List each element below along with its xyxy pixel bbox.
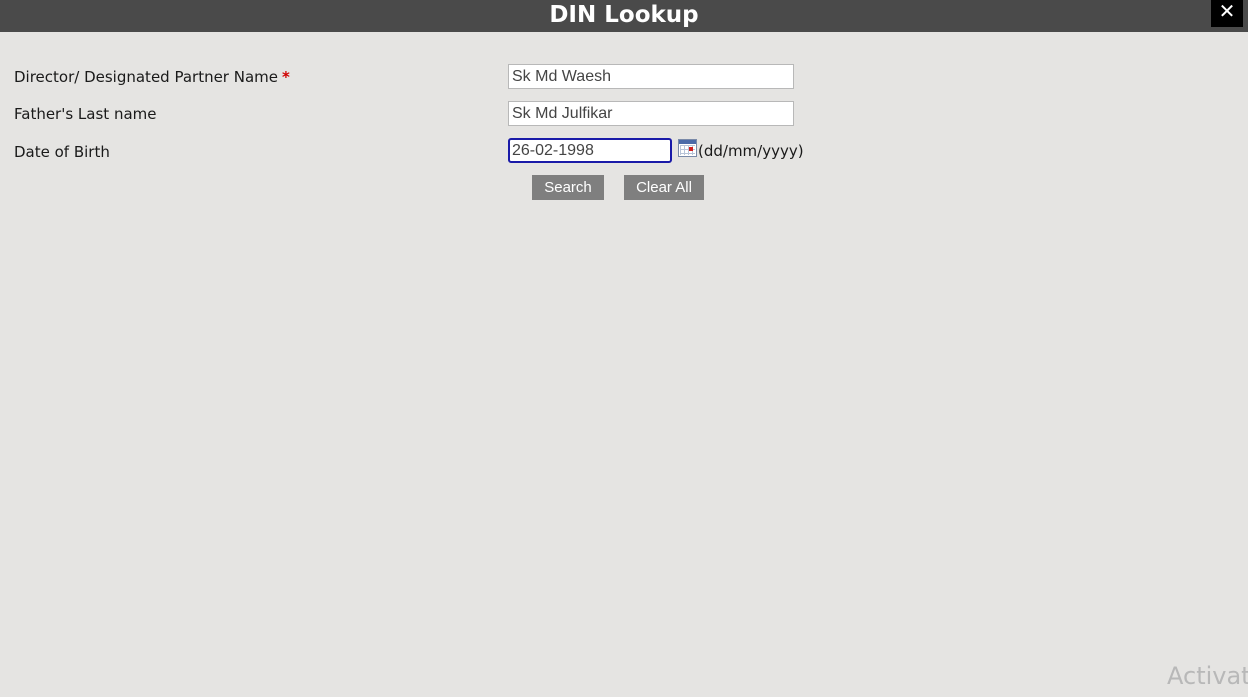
required-asterisk: * <box>282 68 290 86</box>
name-label: Director/ Designated Partner Name * <box>14 68 290 86</box>
clear-all-button[interactable]: Clear All <box>624 175 704 200</box>
activate-watermark: Activate <box>1167 662 1248 690</box>
dialog-title: DIN Lookup <box>549 2 699 28</box>
father-last-name-label: Father's Last name <box>14 105 157 123</box>
dob-input[interactable] <box>508 138 672 163</box>
search-button[interactable]: Search <box>532 175 604 200</box>
calendar-icon-marker <box>689 147 693 151</box>
calendar-icon[interactable] <box>678 139 697 157</box>
father-last-name-input[interactable] <box>508 101 794 126</box>
close-button[interactable]: ✕ <box>1211 0 1243 27</box>
director-name-input[interactable] <box>508 64 794 89</box>
calendar-icon-header <box>679 140 696 144</box>
name-label-text: Director/ Designated Partner Name <box>14 68 278 86</box>
dob-format-hint: (dd/mm/yyyy) <box>698 142 804 160</box>
dob-label: Date of Birth <box>14 143 110 161</box>
